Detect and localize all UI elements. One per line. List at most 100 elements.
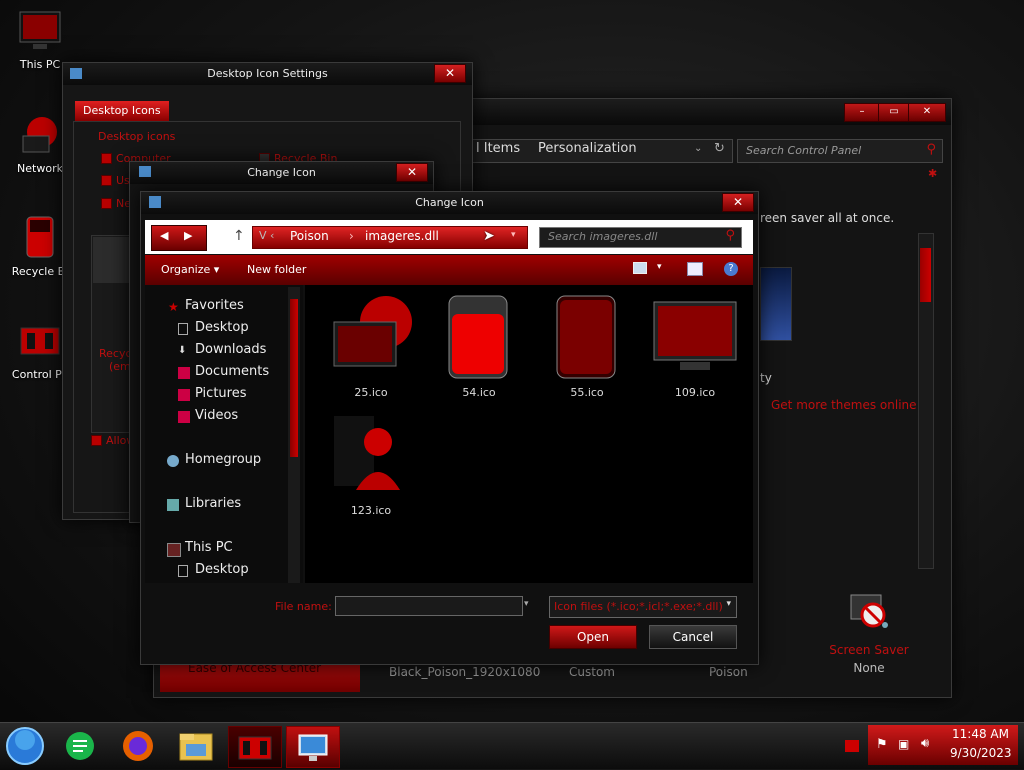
help-icon[interactable]: ? bbox=[724, 262, 738, 276]
monitor-globe-icon bbox=[326, 292, 416, 382]
open-button[interactable]: Open bbox=[549, 625, 637, 649]
close-button[interactable]: ✕ bbox=[908, 103, 946, 122]
volume-icon[interactable]: 🔊︎ bbox=[921, 736, 929, 751]
search-placeholder: Search imageres.dll bbox=[548, 230, 658, 243]
forward-arrow-icon[interactable]: ▶ bbox=[184, 229, 192, 242]
nav-pc-desktop[interactable]: Desktop bbox=[195, 562, 249, 577]
control-panel-icon bbox=[238, 736, 272, 760]
monitor-icon bbox=[17, 8, 63, 54]
star-icon: ★ bbox=[168, 300, 179, 314]
desktop-icon bbox=[178, 323, 188, 335]
control-panel-icon bbox=[17, 318, 63, 364]
breadcrumb-file[interactable]: imageres.dll bbox=[365, 229, 439, 243]
close-button[interactable]: ✕ bbox=[396, 163, 428, 182]
nav-homegroup[interactable]: Homegroup bbox=[185, 452, 261, 467]
tab-desktop-icons[interactable]: Desktop Icons bbox=[75, 101, 169, 121]
clock-date[interactable]: 9/30/2023 bbox=[950, 746, 1012, 760]
theme-thumbnail[interactable] bbox=[760, 267, 792, 341]
nav-videos[interactable]: Videos bbox=[195, 408, 238, 423]
screen-saver-label: Screen Saver bbox=[829, 643, 909, 657]
preview-pane-icon[interactable] bbox=[687, 262, 703, 276]
breadcrumb-all-items[interactable]: l Items bbox=[476, 141, 520, 156]
taskbar-app-control-panel[interactable] bbox=[228, 726, 282, 768]
file-name: 54.ico bbox=[462, 386, 496, 399]
file-item-55[interactable]: 55.ico bbox=[537, 292, 637, 399]
breadcrumb-separator: › bbox=[349, 229, 354, 243]
cancel-button[interactable]: Cancel bbox=[649, 625, 737, 649]
action-center-flag-icon[interactable]: ⚑ bbox=[876, 737, 888, 752]
organize-label: Organize bbox=[161, 263, 211, 276]
chat-icon bbox=[66, 732, 94, 760]
recycle-bin-empty-label: Recyc bbox=[99, 347, 132, 360]
file-name-input[interactable] bbox=[335, 596, 523, 616]
file-name-dropdown-icon[interactable]: ▾ bbox=[524, 599, 529, 609]
taskbar-app-display-settings[interactable] bbox=[286, 726, 340, 768]
checkbox-label: Us bbox=[116, 174, 130, 187]
scroll-thumb[interactable] bbox=[290, 299, 298, 457]
file-search-input[interactable]: Search imageres.dll ⚲ bbox=[539, 227, 742, 248]
breadcrumb-poison[interactable]: Poison bbox=[290, 229, 329, 243]
close-button[interactable]: ✕ bbox=[722, 193, 754, 212]
minimize-button[interactable]: – bbox=[844, 103, 880, 122]
monitor-icon bbox=[650, 292, 740, 382]
nav-desktop[interactable]: Desktop bbox=[195, 320, 249, 335]
pictures-icon bbox=[178, 389, 190, 401]
clock-time[interactable]: 11:48 AM bbox=[952, 727, 1009, 741]
this-pc-icon bbox=[167, 543, 181, 557]
window-app-icon bbox=[70, 68, 82, 79]
breadcrumb-personalization[interactable]: Personalization bbox=[538, 141, 637, 156]
view-options-icon[interactable] bbox=[633, 262, 647, 274]
get-more-themes-link[interactable]: Get more themes online bbox=[771, 398, 917, 412]
screen-saver-setting[interactable]: Screen Saver None bbox=[819, 589, 919, 679]
search-placeholder: Search Control Panel bbox=[746, 144, 862, 157]
documents-icon bbox=[178, 367, 190, 379]
change-icon-back-titlebar: Change Icon bbox=[130, 162, 433, 184]
up-arrow-icon[interactable]: ↑ bbox=[233, 228, 245, 244]
nav-downloads[interactable]: Downloads bbox=[195, 342, 266, 357]
downloads-icon: ⬇ bbox=[178, 345, 187, 356]
show-hidden-icons[interactable] bbox=[845, 740, 859, 752]
file-item-25[interactable]: 25.ico bbox=[321, 292, 421, 399]
tab-label: Desktop Icons bbox=[83, 104, 161, 117]
user-account-icon bbox=[326, 410, 416, 500]
taskbar-app-notes[interactable] bbox=[54, 726, 106, 766]
breadcrumb-root-icon[interactable]: V ‹ bbox=[259, 229, 274, 242]
search-icon: ⚲ bbox=[926, 142, 936, 157]
new-folder-button[interactable]: New folder bbox=[247, 263, 306, 276]
file-type-select[interactable]: Icon files (*.ico;*.icl;*.exe;*.dll) ▾ bbox=[549, 596, 737, 618]
file-name: 55.ico bbox=[570, 386, 604, 399]
breadcrumb-dropdown-icon[interactable]: ▾ bbox=[511, 230, 516, 240]
file-item-123[interactable]: 123.ico bbox=[321, 410, 421, 517]
back-arrow-icon[interactable]: ◀ bbox=[160, 229, 168, 242]
recycle-bin-empty-sub: (em bbox=[109, 360, 131, 373]
network-icon[interactable]: ▣ bbox=[898, 737, 909, 751]
taskbar-app-firefox[interactable] bbox=[112, 726, 164, 766]
back-forward-buttons[interactable]: ◀ ▶ bbox=[151, 225, 207, 251]
control-panel-search[interactable]: Search Control Panel ⚲ bbox=[737, 139, 943, 163]
chevron-down-icon[interactable]: ⌄ bbox=[694, 143, 702, 154]
view-dropdown-icon[interactable]: ▾ bbox=[657, 262, 662, 272]
refresh-icon[interactable]: ↻ bbox=[714, 141, 725, 156]
search-icon: ⚲ bbox=[725, 228, 735, 243]
firefox-icon bbox=[123, 731, 153, 761]
file-item-54[interactable]: 54.ico bbox=[429, 292, 529, 399]
file-name: 109.ico bbox=[674, 386, 716, 399]
start-button[interactable] bbox=[3, 726, 47, 766]
nav-libraries[interactable]: Libraries bbox=[185, 496, 241, 511]
nav-this-pc[interactable]: This PC bbox=[185, 540, 233, 555]
taskbar-app-explorer[interactable] bbox=[170, 726, 222, 766]
checkbox-users[interactable]: Us bbox=[101, 173, 130, 187]
close-button[interactable]: ✕ bbox=[434, 64, 466, 83]
scroll-thumb[interactable] bbox=[920, 248, 931, 302]
nav-favorites[interactable]: Favorites bbox=[185, 298, 244, 313]
nav-documents[interactable]: Documents bbox=[195, 364, 269, 379]
checkbox-network[interactable]: Ne bbox=[101, 196, 131, 210]
nav-pane-scrollbar[interactable] bbox=[288, 287, 300, 583]
theme-list-scrollbar[interactable] bbox=[918, 233, 934, 569]
maximize-button[interactable]: ▭ bbox=[878, 103, 910, 122]
file-item-109[interactable]: 109.ico bbox=[645, 292, 745, 399]
folder-icon bbox=[179, 733, 213, 761]
organize-button[interactable]: Organize ▾ bbox=[161, 263, 219, 276]
nav-pictures[interactable]: Pictures bbox=[195, 386, 246, 401]
help-icon[interactable]: ✱ bbox=[928, 167, 937, 180]
